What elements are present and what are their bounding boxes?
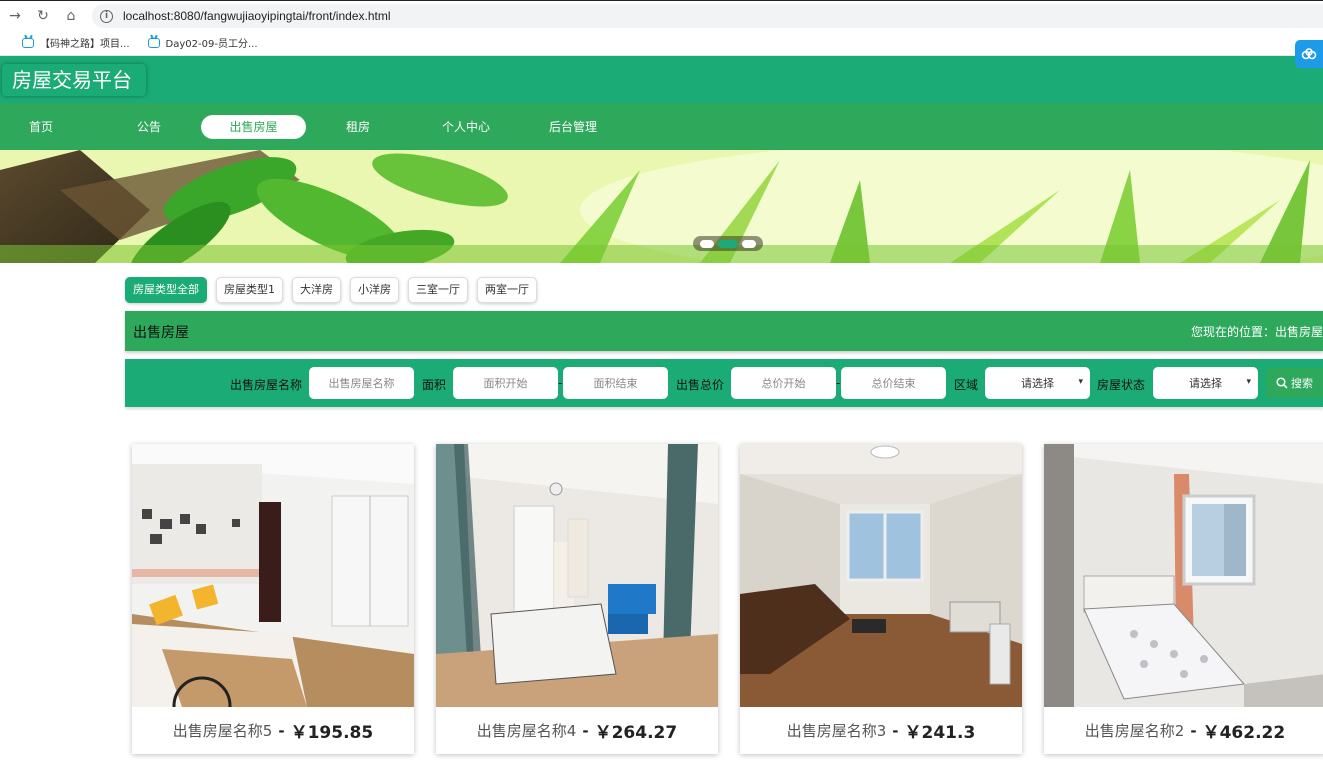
listing-card[interactable]: 出售房屋名称4 - ￥264.27 xyxy=(436,444,718,754)
type-tab-all[interactable]: 房屋类型全部 xyxy=(125,277,207,303)
bookmark-label: 【码神之路】项目... xyxy=(40,39,130,50)
price-start-input[interactable] xyxy=(731,367,836,399)
region-label: 区域 xyxy=(954,378,979,392)
carousel-indicators xyxy=(693,236,763,251)
region-select[interactable]: 请选择 ▾ xyxy=(985,367,1090,399)
nav-notice[interactable]: 公告 xyxy=(137,115,161,139)
listing-separator: - xyxy=(1190,721,1197,740)
listing-caption: 出售房屋名称5 - ￥195.85 xyxy=(132,707,414,754)
type-tab-small-villa[interactable]: 小洋房 xyxy=(350,277,399,303)
banner-carousel[interactable] xyxy=(0,150,1323,263)
breadcrumb: 您现在的位置： 出售房屋 xyxy=(1191,323,1323,340)
listing-price: ￥462.22 xyxy=(1202,723,1286,743)
bilibili-icon xyxy=(147,37,160,48)
section-header: 出售房屋 您现在的位置： 出售房屋 xyxy=(125,311,1323,351)
reload-icon[interactable]: ↻ xyxy=(30,3,56,29)
section-title: 出售房屋 xyxy=(133,325,189,341)
area-range-dash: - xyxy=(558,376,563,390)
bookmarks-bar: 【码神之路】项目... Day02-09-员工分... xyxy=(0,30,1323,56)
listing-price: ￥195.85 xyxy=(290,723,374,743)
chevron-down-icon: ▾ xyxy=(1246,377,1251,387)
nav-personal-center[interactable]: 个人中心 xyxy=(442,115,490,139)
name-label: 出售房屋名称 xyxy=(230,378,303,392)
listing-photo[interactable] xyxy=(740,444,1022,707)
status-label: 房屋状态 xyxy=(1097,378,1146,392)
listing-separator: - xyxy=(582,721,589,740)
url-text: localhost:8080/fangwujiaoyipingtai/front… xyxy=(123,9,391,23)
status-select[interactable]: 请选择 ▾ xyxy=(1153,367,1258,399)
house-name-input[interactable] xyxy=(309,367,414,399)
type-tab-1[interactable]: 房屋类型1 xyxy=(216,277,283,303)
listing-caption: 出售房屋名称2 - ￥462.22 xyxy=(1044,707,1323,754)
listing-name: 出售房屋名称4 xyxy=(476,722,577,740)
listing-separator: - xyxy=(892,721,899,740)
listing-name: 出售房屋名称2 xyxy=(1084,722,1185,740)
search-button-label: 搜索 xyxy=(1291,377,1313,390)
room-photo xyxy=(436,444,718,707)
status-select-value: 请选择 xyxy=(1189,377,1222,390)
main-nav: 首页 公告 出售房屋 租房 个人中心 后台管理 xyxy=(0,103,1323,150)
listing-caption: 出售房屋名称4 - ￥264.27 xyxy=(436,707,718,754)
listing-photo[interactable] xyxy=(436,444,718,707)
search-icon xyxy=(1276,377,1288,389)
nav-house-sale[interactable]: 出售房屋 xyxy=(201,115,306,139)
bookmark-1[interactable]: 【码神之路】项目... xyxy=(22,35,130,50)
browser-toolbar: → ↻ ⌂ i localhost:8080/fangwujiaoyipingt… xyxy=(0,0,1323,30)
bilibili-icon xyxy=(22,37,34,48)
listing-card[interactable]: 出售房屋名称3 - ￥241.3 xyxy=(740,444,1022,754)
area-start-input[interactable] xyxy=(453,367,558,399)
address-bar[interactable]: i localhost:8080/fangwujiaoyipingtai/fro… xyxy=(92,4,1323,28)
price-end-input[interactable] xyxy=(841,367,946,399)
bookmark-2[interactable]: Day02-09-员工分... xyxy=(147,35,258,50)
room-photo xyxy=(1044,444,1323,707)
region-select-value: 请选择 xyxy=(1021,377,1054,390)
site-title[interactable]: 房屋交易平台 xyxy=(2,64,146,96)
listing-card[interactable]: 出售房屋名称2 - ￥462.22 xyxy=(1044,444,1323,754)
breadcrumb-label: 您现在的位置： xyxy=(1190,325,1275,339)
site-header: 房屋交易平台 xyxy=(0,56,1323,103)
listing-caption: 出售房屋名称3 - ￥241.3 xyxy=(740,707,1022,754)
search-button[interactable]: 搜索 xyxy=(1266,368,1323,398)
carousel-dot-active[interactable] xyxy=(718,239,738,248)
listing-name: 出售房屋名称5 xyxy=(172,722,273,740)
listing-photo[interactable] xyxy=(132,444,414,707)
search-form: 出售房屋名称 面积 - 出售总价 - 区域 请选择 ▾ 房屋状态 请选择 ▾ 搜… xyxy=(125,359,1323,407)
area-end-input[interactable] xyxy=(563,367,668,399)
cloud-extension-icon[interactable] xyxy=(1295,40,1323,68)
price-label: 出售总价 xyxy=(676,378,725,392)
breadcrumb-current[interactable]: 出售房屋 xyxy=(1275,323,1323,340)
price-range-dash: - xyxy=(836,376,841,390)
type-tab-three-room[interactable]: 三室一厅 xyxy=(408,277,468,303)
room-photo xyxy=(132,444,414,707)
house-type-tabs: 房屋类型全部 房屋类型1 大洋房 小洋房 三室一厅 两室一厅 xyxy=(125,277,537,303)
chevron-down-icon: ▾ xyxy=(1078,377,1083,387)
listing-name: 出售房屋名称3 xyxy=(786,722,887,740)
bookmark-label: Day02-09-员工分... xyxy=(165,39,258,50)
listing-price: ￥241.3 xyxy=(904,723,976,743)
type-tab-two-room[interactable]: 两室一厅 xyxy=(477,277,537,303)
listing-price: ￥264.27 xyxy=(594,723,678,743)
listing-card[interactable]: 出售房屋名称5 - ￥195.85 xyxy=(132,444,414,754)
type-tab-big-villa[interactable]: 大洋房 xyxy=(292,277,341,303)
listing-photo[interactable] xyxy=(1044,444,1323,707)
site-info-icon[interactable]: i xyxy=(100,9,113,23)
area-label: 面积 xyxy=(422,378,447,392)
nav-home[interactable]: 首页 xyxy=(29,115,53,139)
cloud-icon xyxy=(1301,48,1317,60)
carousel-dot[interactable] xyxy=(742,239,756,248)
nav-rent[interactable]: 租房 xyxy=(346,115,370,139)
room-photo xyxy=(740,444,1022,707)
home-icon[interactable]: ⌂ xyxy=(58,3,84,29)
banner-image xyxy=(0,150,1323,263)
carousel-dot[interactable] xyxy=(700,239,714,248)
nav-admin[interactable]: 后台管理 xyxy=(549,115,597,139)
forward-icon[interactable]: → xyxy=(2,3,28,29)
listing-separator: - xyxy=(278,721,285,740)
